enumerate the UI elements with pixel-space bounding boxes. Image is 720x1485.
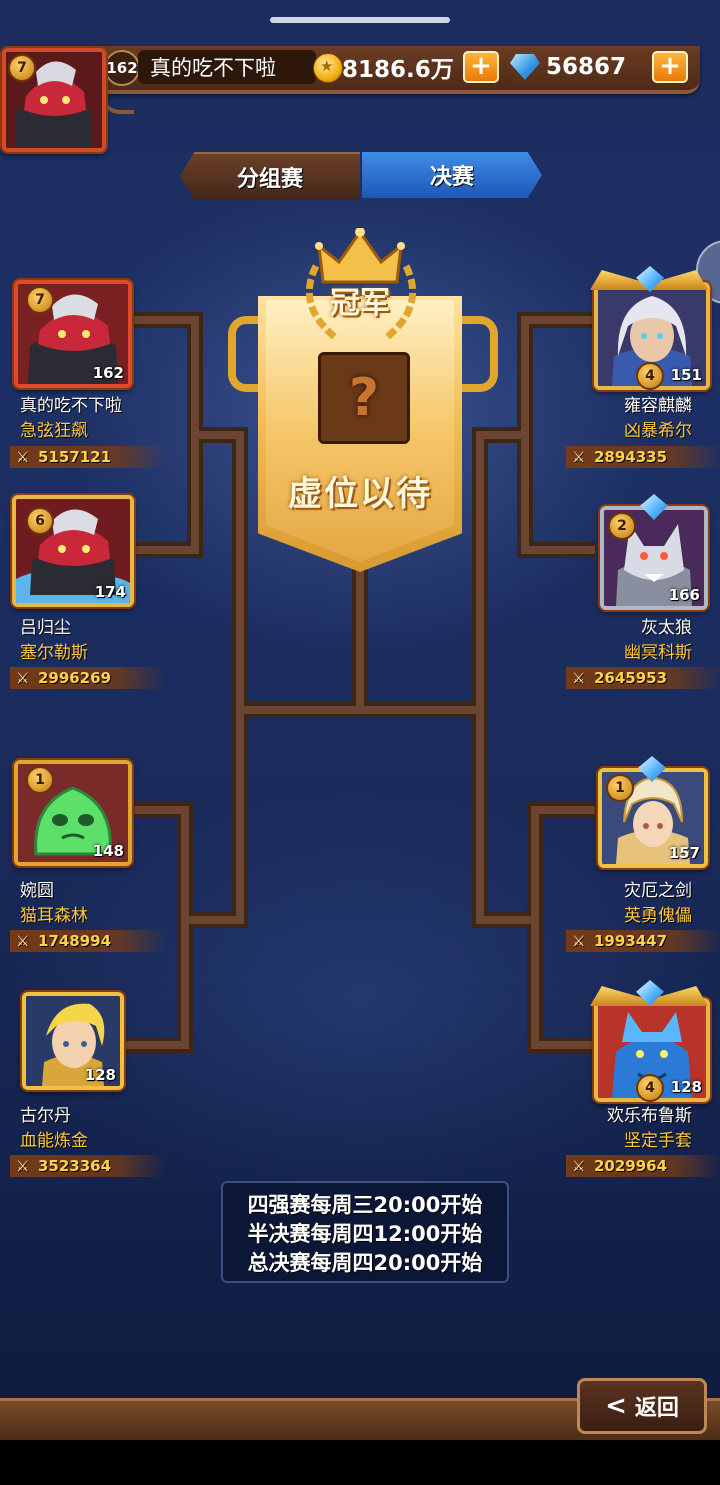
question-mark-icon: ? bbox=[348, 368, 380, 428]
right-player-3-avatar[interactable]: 1 157 bbox=[598, 768, 708, 868]
crossed-swords-icon: ⚔ bbox=[16, 448, 30, 466]
left-player-3-level: 148 bbox=[92, 842, 124, 860]
right-player-2-power-value: 2645953 bbox=[594, 669, 668, 687]
right-player-1-level: 151 bbox=[670, 366, 702, 384]
crossed-swords-icon: ⚔ bbox=[572, 448, 586, 466]
left-player-1-star-badge: 7 bbox=[26, 286, 54, 314]
right-player-2-avatar[interactable]: 2 166 bbox=[600, 506, 708, 610]
game-arena-background: 7 162 真的吃不下啦 8186.6万 + 56867 + 分组赛 决赛 冠军… bbox=[0, 0, 720, 1440]
left-player-1-guild: 急弦狂飙 bbox=[20, 421, 88, 441]
left-player-1-power: ⚔ 5157121 bbox=[10, 446, 166, 468]
gem-amount: 56867 bbox=[546, 54, 627, 80]
left-player-2-guild: 塞尔勒斯 bbox=[20, 643, 88, 663]
right-player-2-star-badge: 2 bbox=[608, 512, 636, 540]
gold-coin-icon bbox=[313, 53, 343, 83]
left-player-3-guild: 猫耳森林 bbox=[20, 906, 88, 926]
left-player-1-avatar[interactable]: 7 162 bbox=[14, 280, 132, 388]
right-player-3-power: ⚔ 1993447 bbox=[566, 930, 720, 952]
left-player-2-star-badge: 6 bbox=[26, 507, 54, 535]
left-player-4-power: ⚔ 3523364 bbox=[10, 1155, 166, 1177]
system-navigation-bar bbox=[0, 1440, 720, 1485]
schedule-semifinal: 半决赛每周四12:00开始 bbox=[247, 1222, 483, 1246]
champion-title: 冠军 bbox=[330, 286, 390, 321]
tab-group-stage[interactable]: 分组赛 bbox=[180, 152, 360, 200]
left-player-4-level: 128 bbox=[84, 1066, 116, 1084]
left-player-3-name: 婉圆 bbox=[20, 881, 54, 901]
left-player-4-power-value: 3523364 bbox=[38, 1157, 112, 1175]
player-level-badge: 162 bbox=[104, 50, 140, 86]
right-player-3-name: 灾厄之剑 bbox=[624, 881, 692, 901]
right-player-2-power: ⚔ 2645953 bbox=[566, 667, 720, 689]
crossed-swords-icon: ⚔ bbox=[16, 1157, 30, 1175]
add-gold-button[interactable]: + bbox=[463, 51, 499, 83]
right-player-2-guild: 幽冥科斯 bbox=[624, 643, 692, 663]
left-player-3-power-value: 1748994 bbox=[38, 932, 112, 950]
left-player-2-power-value: 2996269 bbox=[38, 669, 112, 687]
crossed-swords-icon: ⚔ bbox=[16, 932, 30, 950]
player-name: 真的吃不下啦 bbox=[138, 50, 316, 84]
right-player-2-level: 166 bbox=[668, 586, 700, 604]
right-player-4-power: ⚔ 2029964 bbox=[566, 1155, 720, 1177]
match-schedule-panel: 四强赛每周三20:00开始 半决赛每周四12:00开始 总决赛每周四20:00开… bbox=[221, 1181, 509, 1283]
right-player-3-power-value: 1993447 bbox=[594, 932, 668, 950]
right-player-1-power: ⚔ 2894335 bbox=[566, 446, 720, 468]
right-player-1-guild: 凶暴希尔 bbox=[624, 421, 692, 441]
left-player-2-name: 吕归尘 bbox=[20, 618, 71, 638]
right-player-1-name: 雍容麒麟 bbox=[624, 396, 692, 416]
player-profile-avatar[interactable]: 7 bbox=[2, 48, 106, 152]
right-player-3-star-badge: 1 bbox=[606, 774, 634, 802]
left-player-4-avatar[interactable]: 128 bbox=[22, 992, 124, 1090]
tab-finals[interactable]: 决赛 bbox=[362, 152, 542, 198]
crossed-swords-icon: ⚔ bbox=[572, 932, 586, 950]
back-button[interactable]: < 返回 bbox=[577, 1378, 707, 1434]
right-player-4-level: 128 bbox=[670, 1078, 702, 1096]
left-player-4-name: 古尔丹 bbox=[20, 1106, 71, 1126]
left-player-2-level: 174 bbox=[94, 583, 126, 601]
trophy-handle-right bbox=[456, 316, 498, 392]
back-button-label: 返回 bbox=[634, 1396, 679, 1421]
player-star-badge: 7 bbox=[8, 54, 36, 82]
back-arrow-icon: < bbox=[605, 1391, 627, 1421]
champion-status: 虚位以待 bbox=[288, 473, 432, 514]
champion-mystery-slot: ? bbox=[318, 352, 410, 444]
schedule-quarterfinal: 四强赛每周三20:00开始 bbox=[247, 1193, 483, 1217]
right-player-3-level: 157 bbox=[668, 844, 700, 862]
right-player-4-star-badge: 4 bbox=[636, 1074, 664, 1102]
right-player-4-guild: 坚定手套 bbox=[624, 1131, 692, 1151]
gold-amount: 8186.6万 bbox=[342, 57, 454, 83]
crossed-swords-icon: ⚔ bbox=[572, 669, 586, 687]
right-player-1-star-badge: 4 bbox=[636, 362, 664, 390]
left-player-4-guild: 血能炼金 bbox=[20, 1131, 88, 1151]
crossed-swords-icon: ⚔ bbox=[16, 669, 30, 687]
left-player-3-power: ⚔ 1748994 bbox=[10, 930, 166, 952]
left-player-1-power-value: 5157121 bbox=[38, 448, 112, 466]
left-player-3-star-badge: 1 bbox=[26, 766, 54, 794]
right-player-4-power-value: 2029964 bbox=[594, 1157, 668, 1175]
right-player-1-power-value: 2894335 bbox=[594, 448, 668, 466]
right-player-2-name: 灰太狼 bbox=[641, 618, 692, 638]
left-player-1-name: 真的吃不下啦 bbox=[20, 396, 122, 416]
crossed-swords-icon: ⚔ bbox=[572, 1157, 586, 1175]
left-player-2-avatar[interactable]: 6 174 bbox=[12, 495, 134, 607]
add-gems-button[interactable]: + bbox=[652, 51, 688, 83]
right-player-3-guild: 英勇傀儡 bbox=[624, 906, 692, 926]
left-player-3-avatar[interactable]: 1 148 bbox=[14, 760, 132, 866]
schedule-final: 总决赛每周四20:00开始 bbox=[247, 1251, 483, 1275]
left-player-2-power: ⚔ 2996269 bbox=[10, 667, 166, 689]
left-player-1-level: 162 bbox=[92, 364, 124, 382]
right-player-4-name: 欢乐布鲁斯 bbox=[607, 1106, 692, 1126]
